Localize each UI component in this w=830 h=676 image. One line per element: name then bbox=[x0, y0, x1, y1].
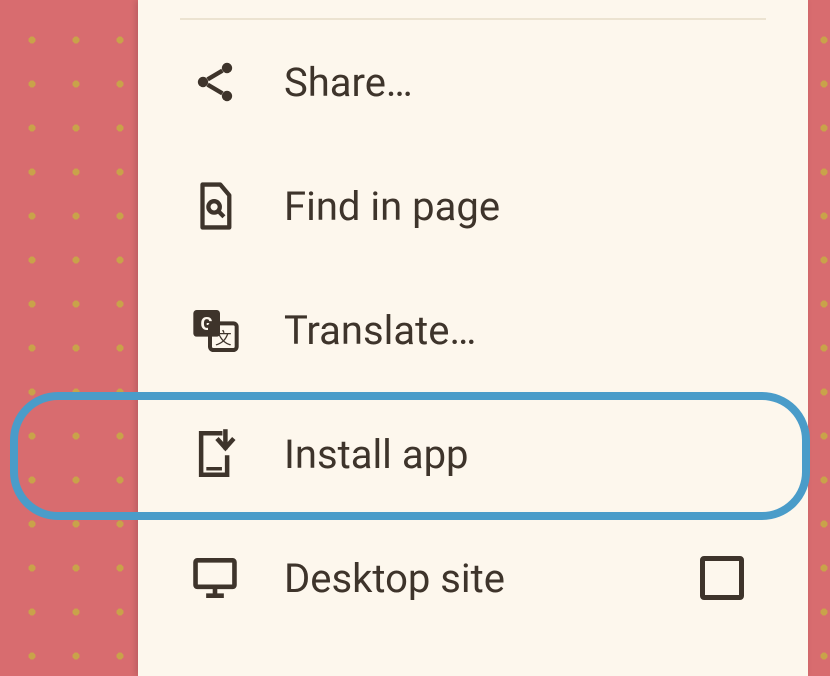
menu-item-translate[interactable]: G 文 Translate… bbox=[138, 268, 808, 392]
desktop-site-checkbox[interactable] bbox=[700, 556, 744, 600]
svg-text:文: 文 bbox=[215, 329, 232, 349]
desktop-icon bbox=[188, 551, 242, 605]
menu-item-desktop-site[interactable]: Desktop site bbox=[138, 516, 808, 640]
menu-item-share[interactable]: Share… bbox=[138, 20, 808, 144]
install-app-icon bbox=[188, 427, 242, 481]
find-in-page-icon bbox=[188, 179, 242, 233]
menu-item-label: Desktop site bbox=[284, 555, 700, 602]
share-icon bbox=[188, 55, 242, 109]
menu-item-label: Share… bbox=[284, 59, 808, 106]
overflow-menu: Share… Find in page G 文 Translate… bbox=[138, 0, 808, 676]
menu-item-label: Install app bbox=[284, 431, 808, 478]
translate-icon: G 文 bbox=[188, 303, 242, 357]
menu-item-install-app[interactable]: Install app bbox=[138, 392, 808, 516]
menu-item-label: Find in page bbox=[284, 183, 808, 230]
menu-item-label: Translate… bbox=[284, 307, 808, 354]
menu-item-find-in-page[interactable]: Find in page bbox=[138, 144, 808, 268]
